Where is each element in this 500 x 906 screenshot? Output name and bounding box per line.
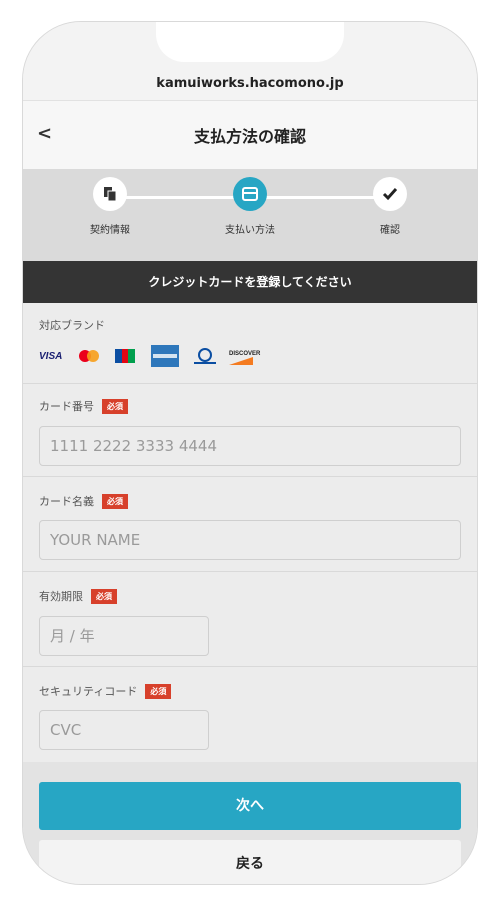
instruction-banner: クレジットカードを登録してください [23,261,477,303]
phone-frame: kamuiworks.hacomono.jp < 支払方法の確認 契約情報 支払… [23,22,477,884]
step-payment: 支払い方法 [205,177,295,236]
step-indicator: 契約情報 支払い方法 確認 [23,169,477,261]
step-label: 確認 [380,225,400,236]
browser-url-bar[interactable]: kamuiworks.hacomono.jp [23,22,477,101]
page-title: 支払方法の確認 [193,127,306,146]
card-icon [233,177,267,211]
card-number-label: カード番号 必須 [39,398,128,414]
svg-text:VISA: VISA [39,351,62,362]
expiry-section: 有効期限 必須 月 / 年 [23,572,477,667]
brand-logos: VISA DISCOVER [39,345,279,369]
next-button[interactable]: 次へ [39,782,461,830]
card-number-input[interactable]: 1111 2222 3333 4444 [39,426,461,466]
url-text: kamuiworks.hacomono.jp [156,76,344,91]
expiry-input[interactable]: 月 / 年 [39,616,209,656]
step-contract: 契約情報 [65,177,155,236]
navigation-bar: < 支払方法の確認 [23,101,477,169]
cvc-label: セキュリティコード 必須 [39,683,172,699]
check-icon [373,177,407,211]
card-name-label: カード名義 必須 [39,493,128,509]
card-name-label-text: カード名義 [39,495,94,508]
required-badge: 必須 [91,589,117,604]
required-badge: 必須 [145,684,172,699]
card-name-input[interactable]: YOUR NAME [39,520,461,560]
expiry-label-text: 有効期限 [39,590,83,603]
documents-icon [93,177,127,211]
device-notch [156,22,344,62]
step-label: 支払い方法 [225,225,275,236]
back-button[interactable]: 戻る [39,840,461,884]
brands-label: 対応ブランド [39,319,105,332]
card-number-section: カード番号 必須 1111 2222 3333 4444 [23,384,477,477]
card-name-section: カード名義 必須 YOUR NAME [23,477,477,572]
expiry-label: 有効期限 必須 [39,588,117,604]
cvc-input[interactable]: CVC [39,710,209,750]
brands-section: 対応ブランド VISA DISCOVER [23,303,477,384]
step-confirm: 確認 [345,177,435,236]
card-number-label-text: カード番号 [39,400,94,413]
required-badge: 必須 [102,399,128,414]
required-badge: 必須 [102,494,128,509]
svg-text:DISCOVER: DISCOVER [229,351,261,357]
step-label: 契約情報 [90,225,130,236]
cvc-section: セキュリティコード 必須 CVC [23,667,477,762]
cvc-label-text: セキュリティコード [39,685,138,698]
